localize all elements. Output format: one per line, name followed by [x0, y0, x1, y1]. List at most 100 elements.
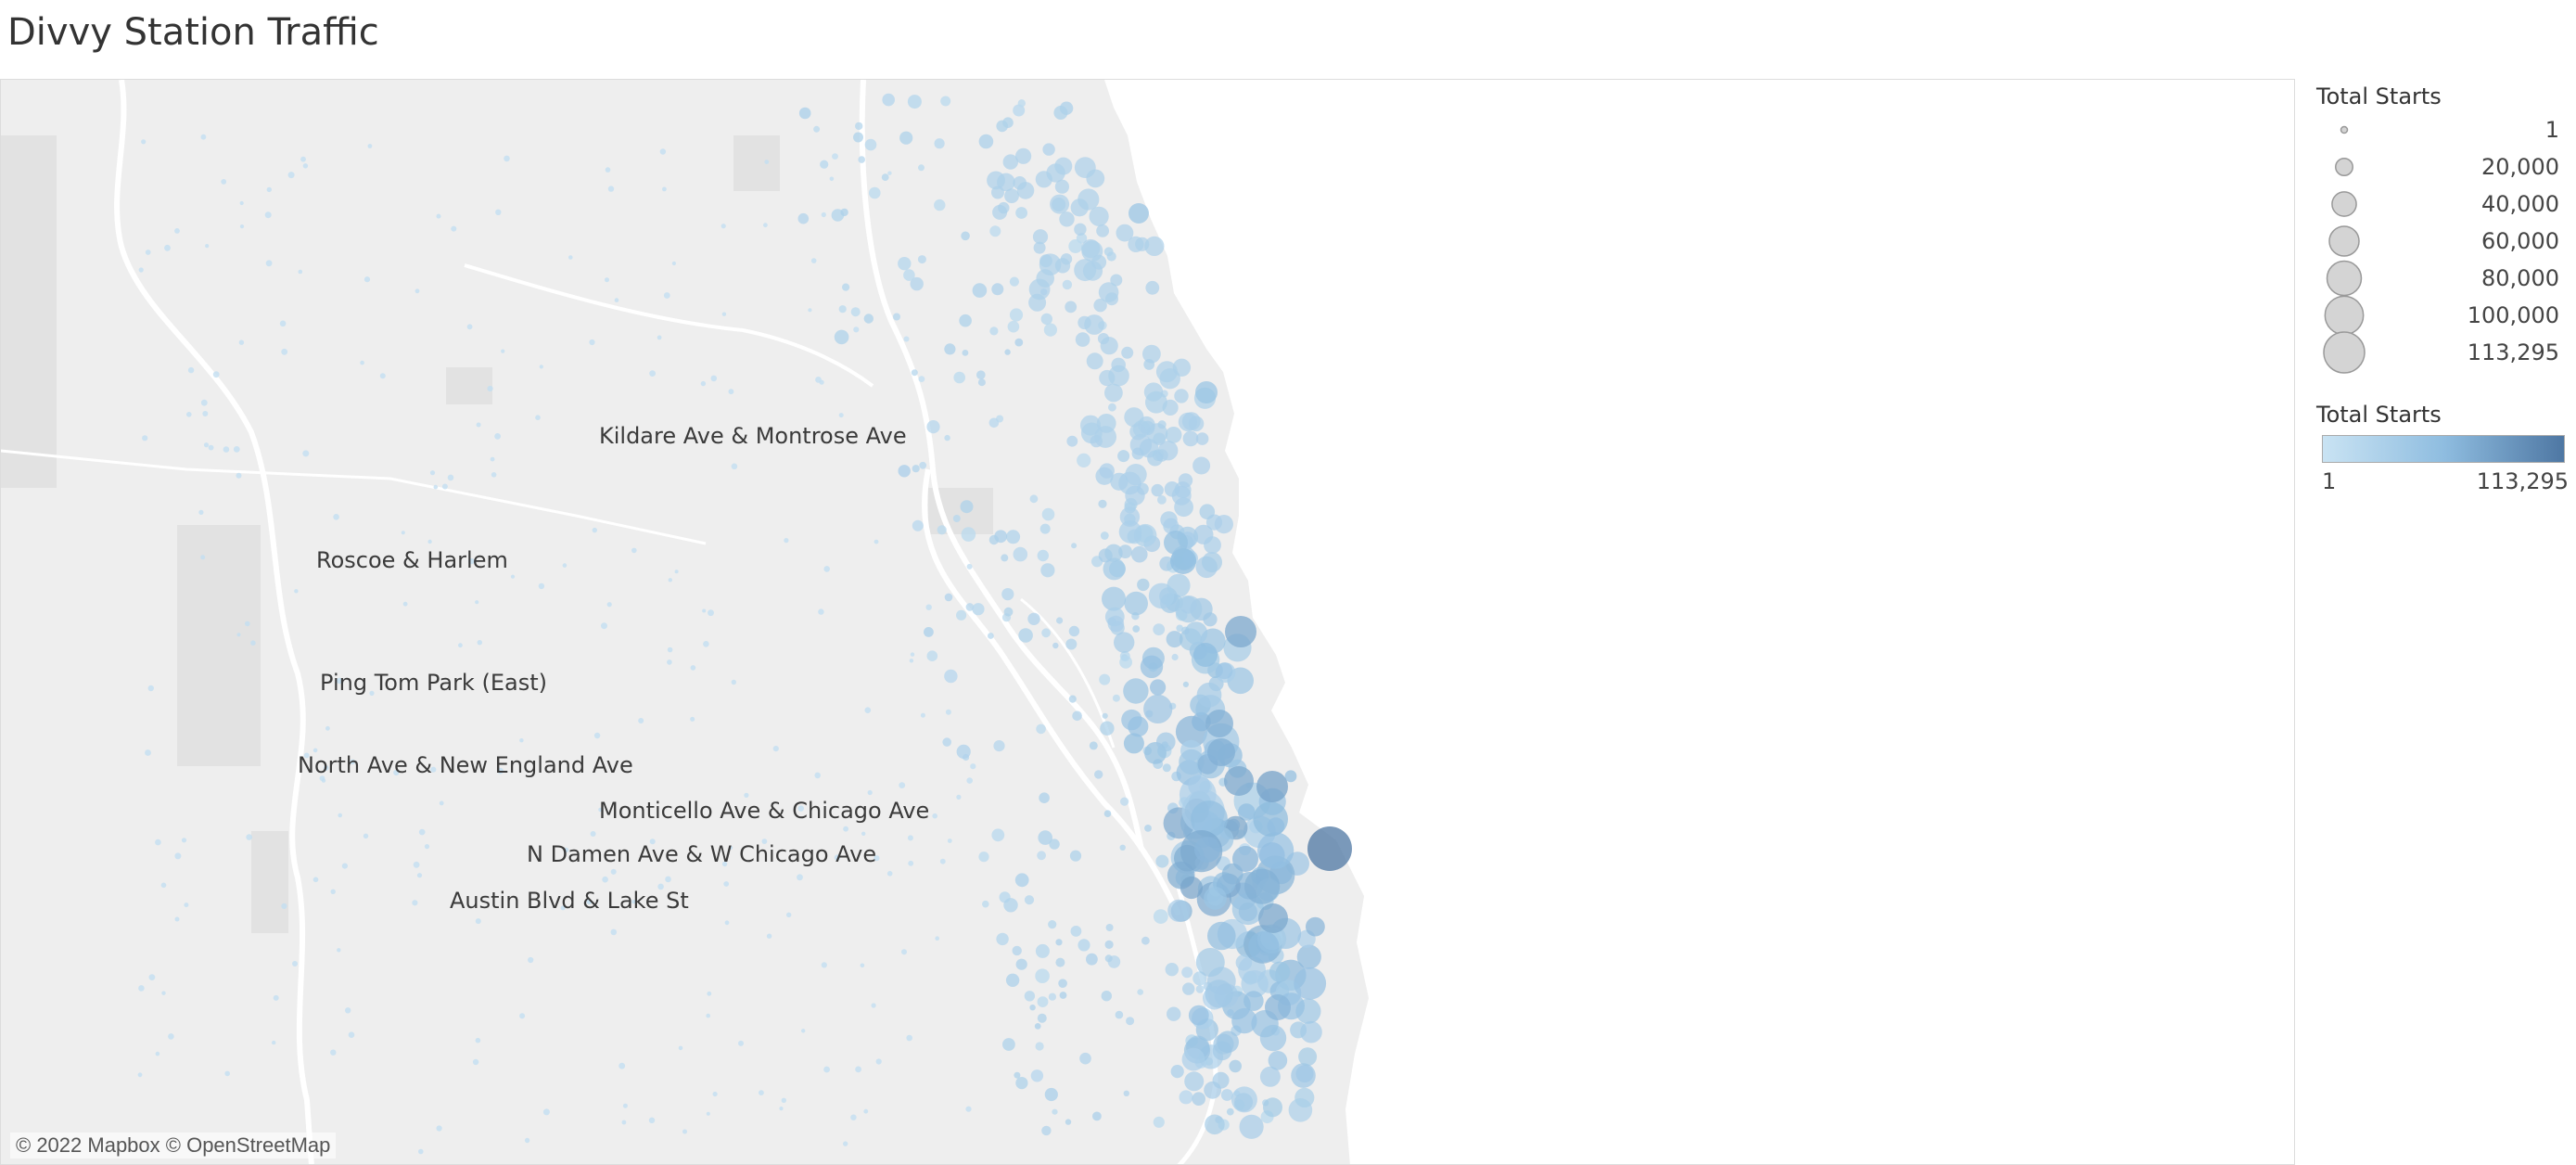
station-bubble[interactable]: [1029, 1005, 1036, 1011]
station-bubble[interactable]: [926, 420, 940, 434]
station-bubble[interactable]: [1101, 991, 1113, 1002]
station-bubble[interactable]: [1096, 224, 1109, 237]
station-bubble[interactable]: [273, 994, 279, 1001]
station-bubble[interactable]: [814, 772, 821, 779]
station-bubble[interactable]: [1069, 850, 1082, 862]
station-bubble[interactable]: [1059, 101, 1074, 115]
station-bubble[interactable]: [1084, 314, 1104, 335]
station-bubble[interactable]: [164, 244, 171, 251]
station-bubble[interactable]: [956, 609, 967, 621]
station-bubble[interactable]: [418, 1148, 424, 1155]
station-bubble[interactable]: [233, 446, 240, 453]
station-bubble[interactable]: [1178, 473, 1193, 488]
station-bubble[interactable]: [808, 308, 812, 313]
station-bubble[interactable]: [1070, 926, 1082, 937]
station-bubble[interactable]: [1055, 957, 1065, 967]
station-bubble[interactable]: [972, 283, 988, 298]
station-bubble[interactable]: [1092, 1111, 1102, 1121]
station-bubble[interactable]: [690, 716, 695, 722]
station-bubble[interactable]: [1108, 403, 1116, 412]
station-bubble[interactable]: [1108, 365, 1129, 387]
station-bubble[interactable]: [918, 164, 925, 172]
station-bubble[interactable]: [605, 277, 609, 283]
station-bubble[interactable]: [1207, 921, 1236, 951]
station-bubble[interactable]: [1291, 1063, 1316, 1088]
station-bubble[interactable]: [145, 250, 151, 255]
station-bubble[interactable]: [1037, 851, 1046, 861]
station-bubble[interactable]: [707, 991, 712, 996]
station-bubble[interactable]: [181, 838, 187, 843]
station-bubble[interactable]: [801, 1029, 806, 1033]
station-bubble[interactable]: [1112, 694, 1120, 702]
station-bubble[interactable]: [1114, 632, 1135, 653]
station-bubble[interactable]: [590, 831, 596, 837]
station-bubble[interactable]: [991, 283, 1004, 296]
station-bubble[interactable]: [855, 122, 863, 131]
station-bubble[interactable]: [1298, 1047, 1318, 1067]
station-bubble[interactable]: [602, 876, 608, 883]
station-bubble[interactable]: [1212, 1071, 1230, 1089]
station-bubble[interactable]: [568, 255, 573, 260]
station-label-kildare-montrose[interactable]: Kildare Ave & Montrose Ave: [599, 423, 907, 449]
station-bubble[interactable]: [202, 411, 209, 416]
station-bubble[interactable]: [1151, 483, 1164, 497]
station-bubble[interactable]: [978, 134, 994, 149]
station-bubble[interactable]: [899, 131, 913, 145]
station-bubble[interactable]: [1078, 939, 1090, 952]
station-bubble[interactable]: [1062, 279, 1073, 290]
station-bubble[interactable]: [436, 213, 441, 219]
station-bubble[interactable]: [932, 813, 937, 819]
station-bubble[interactable]: [1195, 432, 1209, 445]
station-bubble[interactable]: [1009, 276, 1019, 287]
station-bubble[interactable]: [155, 1051, 160, 1056]
station-bubble[interactable]: [1018, 628, 1033, 643]
station-bubble[interactable]: [1049, 839, 1060, 850]
station-bubble[interactable]: [1014, 338, 1024, 347]
station-bubble[interactable]: [1126, 1017, 1135, 1026]
station-bubble[interactable]: [991, 186, 1004, 199]
station-bubble[interactable]: [898, 257, 912, 271]
station-bubble[interactable]: [818, 608, 824, 615]
station-label-monticello-chicago[interactable]: Monticello Ave & Chicago Ave: [599, 798, 929, 824]
station-bubble[interactable]: [1044, 1087, 1058, 1102]
station-bubble[interactable]: [1205, 710, 1233, 737]
map-attribution[interactable]: © 2022 Mapbox © OpenStreetMap: [10, 1133, 337, 1159]
station-bubble[interactable]: [1089, 206, 1109, 226]
station-bubble[interactable]: [224, 1070, 230, 1077]
station-bubble[interactable]: [917, 255, 926, 264]
station-bubble[interactable]: [605, 167, 611, 173]
station-bubble[interactable]: [138, 267, 144, 273]
station-bubble[interactable]: [412, 900, 418, 906]
station-bubble[interactable]: [855, 1066, 861, 1073]
station-bubble[interactable]: [1060, 253, 1073, 265]
station-bubble[interactable]: [934, 198, 946, 211]
station-bubble[interactable]: [221, 179, 227, 185]
station-bubble[interactable]: [1003, 607, 1014, 617]
station-bubble[interactable]: [766, 933, 772, 939]
station-bubble[interactable]: [593, 732, 601, 739]
station-bubble[interactable]: [1129, 423, 1147, 441]
station-bubble[interactable]: [1015, 958, 1027, 970]
station-bubble[interactable]: [910, 652, 915, 657]
station-bubble[interactable]: [1070, 198, 1089, 217]
station-bubble[interactable]: [1109, 560, 1126, 578]
station-bubble[interactable]: [898, 465, 911, 478]
station-bubble[interactable]: [1294, 967, 1327, 1000]
station-bubble[interactable]: [1024, 991, 1036, 1002]
station-bubble[interactable]: [1239, 1114, 1264, 1139]
station-bubble[interactable]: [416, 873, 423, 878]
station-bubble[interactable]: [864, 707, 872, 713]
station-bubble[interactable]: [1195, 948, 1225, 977]
station-bubble[interactable]: [723, 881, 730, 887]
station-bubble[interactable]: [312, 877, 319, 883]
station-bubble[interactable]: [1203, 612, 1218, 627]
station-bubble[interactable]: [281, 903, 287, 910]
station-bubble[interactable]: [988, 633, 994, 639]
station-bubble[interactable]: [953, 371, 965, 384]
station-bubble[interactable]: [834, 329, 849, 345]
station-bubble[interactable]: [1306, 916, 1325, 937]
station-bubble[interactable]: [504, 155, 510, 162]
station-bubble[interactable]: [1147, 450, 1164, 467]
station-bubble[interactable]: [330, 889, 336, 894]
station-bubble[interactable]: [607, 186, 615, 192]
